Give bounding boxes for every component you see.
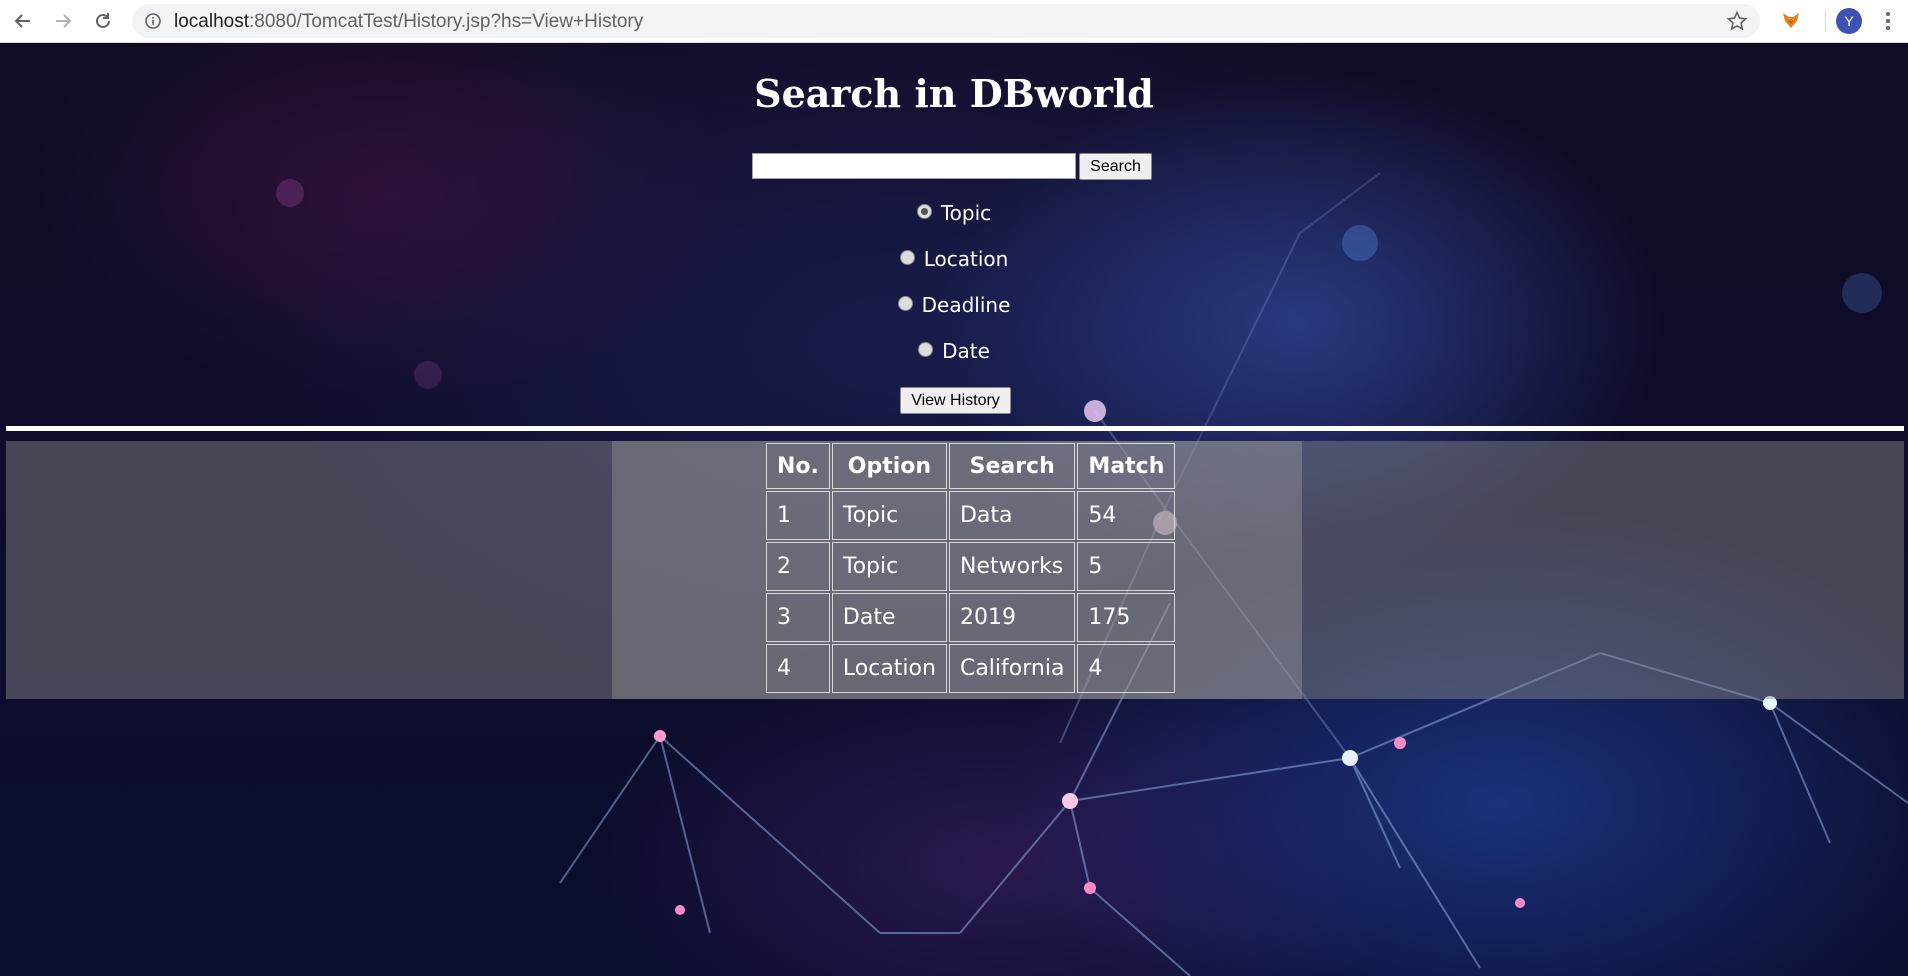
- search-button[interactable]: Search: [1079, 153, 1152, 180]
- radio-location[interactable]: [899, 250, 915, 265]
- cell-option: Date: [831, 593, 947, 642]
- table-row: 4 Location California 4: [766, 644, 1176, 693]
- reload-button[interactable]: [90, 8, 116, 34]
- option-deadline[interactable]: Deadline: [0, 293, 1908, 317]
- back-button[interactable]: [10, 8, 36, 34]
- extension-fox-icon[interactable]: [1780, 9, 1802, 31]
- profile-avatar[interactable]: Y: [1836, 8, 1862, 34]
- cell-search: 2019: [948, 593, 1076, 642]
- table-row: 1 Topic Data 54: [766, 491, 1176, 540]
- search-input[interactable]: [752, 153, 1076, 179]
- cell-search: Data: [948, 491, 1076, 540]
- radio-date[interactable]: [918, 342, 934, 357]
- header-option: Option: [831, 443, 947, 489]
- option-topic-label: Topic: [940, 201, 992, 225]
- forward-arrow-icon: [56, 14, 72, 28]
- cell-search: Networks: [948, 542, 1076, 591]
- history-table: No. Option Search Match 1 Topic Data 5 4 …: [764, 441, 1177, 695]
- cell-no: 1: [766, 491, 830, 540]
- table-header-row: No. Option Search Match: [766, 443, 1176, 489]
- browser-toolbar: localhost:8080/TomcatTest/History.jsp?hs…: [0, 0, 1908, 43]
- more-menu-icon[interactable]: [1878, 8, 1898, 34]
- header-match: Match: [1077, 443, 1176, 489]
- radio-deadline[interactable]: [897, 296, 913, 311]
- page-body: Search in DBworld Search Topic Location …: [0, 43, 1908, 976]
- cell-no: 2: [766, 542, 830, 591]
- bookmark-star-icon[interactable]: [1726, 10, 1748, 32]
- divider: [6, 426, 1904, 431]
- table-row: 3 Date 2019 175: [766, 593, 1176, 642]
- radio-topic[interactable]: [916, 204, 932, 219]
- cell-match: 5: [1077, 542, 1176, 591]
- address-bar[interactable]: localhost:8080/TomcatTest/History.jsp?hs…: [132, 4, 1760, 38]
- reload-icon: [96, 13, 110, 28]
- view-history-button[interactable]: View History: [900, 387, 1011, 414]
- header-search: Search: [948, 443, 1076, 489]
- table-row: 2 Topic Networks 5: [766, 542, 1176, 591]
- cell-match: 4: [1077, 644, 1176, 693]
- cell-option: Location: [831, 644, 947, 693]
- url-text[interactable]: localhost:8080/TomcatTest/History.jsp?hs…: [174, 11, 643, 33]
- cell-match: 54: [1077, 491, 1176, 540]
- cell-option: Topic: [831, 491, 947, 540]
- option-deadline-label: Deadline: [921, 293, 1011, 317]
- cell-no: 4: [766, 644, 830, 693]
- option-location[interactable]: Location: [0, 247, 1908, 271]
- url-host: localhost: [174, 11, 249, 32]
- page-title: Search in DBworld: [754, 71, 1154, 116]
- header-no: No.: [766, 443, 830, 489]
- info-icon[interactable]: [144, 12, 162, 30]
- cell-option: Topic: [831, 542, 947, 591]
- option-topic[interactable]: Topic: [0, 201, 1908, 225]
- url-path: :8080/TomcatTest/History.jsp?hs=View+His…: [249, 11, 644, 32]
- option-location-label: Location: [923, 247, 1009, 271]
- cell-no: 3: [766, 593, 830, 642]
- cell-search: California: [948, 644, 1076, 693]
- option-date-label: Date: [942, 339, 990, 363]
- option-date[interactable]: Date: [0, 339, 1908, 363]
- toolbar-divider: [1825, 10, 1826, 32]
- forward-button[interactable]: [50, 8, 76, 34]
- cell-match: 175: [1077, 593, 1176, 642]
- back-arrow-icon: [14, 14, 30, 28]
